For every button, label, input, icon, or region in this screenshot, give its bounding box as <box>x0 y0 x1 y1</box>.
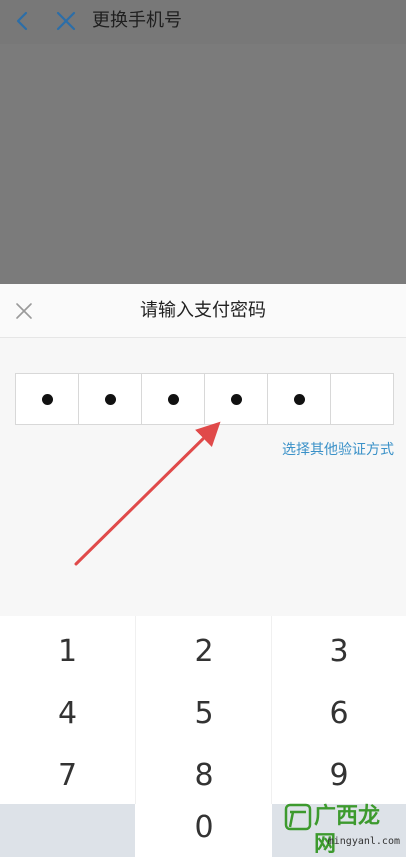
close-icon[interactable] <box>54 9 78 33</box>
pin-cell <box>142 374 205 424</box>
key-3[interactable]: 3 <box>272 620 406 682</box>
key-1[interactable]: 1 <box>0 620 135 682</box>
pin-cell <box>268 374 331 424</box>
other-verification-link[interactable]: 选择其他验证方式 <box>282 441 394 459</box>
dialog-title: 请输入支付密码 <box>140 300 266 321</box>
dialog-header: 请输入支付密码 <box>0 284 406 338</box>
keypad-blank-key <box>0 804 135 857</box>
dim-overlay[interactable] <box>0 44 406 284</box>
pin-dot <box>230 393 242 405</box>
key-0[interactable]: 0 <box>136 806 272 857</box>
key-5[interactable]: 5 <box>136 682 272 744</box>
pin-cell <box>79 374 142 424</box>
watermark-domain: mingyanl.com <box>327 836 400 847</box>
watermark: 广西龙网 mingyanl.com <box>280 803 400 857</box>
watermark-logo-icon <box>284 803 312 831</box>
page-title: 更换手机号 <box>92 10 182 31</box>
chevron-left-icon[interactable] <box>10 9 34 33</box>
pin-input[interactable] <box>15 373 394 425</box>
pin-dot <box>41 393 53 405</box>
key-2[interactable]: 2 <box>136 620 272 682</box>
key-9[interactable]: 9 <box>272 744 406 806</box>
pin-dot <box>293 393 305 405</box>
annotation-arrow <box>74 421 221 566</box>
pin-cell <box>331 374 393 424</box>
key-8[interactable]: 8 <box>136 744 272 806</box>
key-6[interactable]: 6 <box>272 682 406 744</box>
pin-dot <box>104 393 116 405</box>
pin-cell <box>16 374 79 424</box>
numeric-keypad: 1 2 3 4 5 6 7 8 9 0 广西龙网 mingyanl.com <box>0 616 406 857</box>
pin-dot <box>167 393 179 405</box>
key-7[interactable]: 7 <box>0 744 135 806</box>
top-bar: 更换手机号 <box>0 0 406 44</box>
pin-cell <box>205 374 268 424</box>
key-4[interactable]: 4 <box>0 682 135 744</box>
